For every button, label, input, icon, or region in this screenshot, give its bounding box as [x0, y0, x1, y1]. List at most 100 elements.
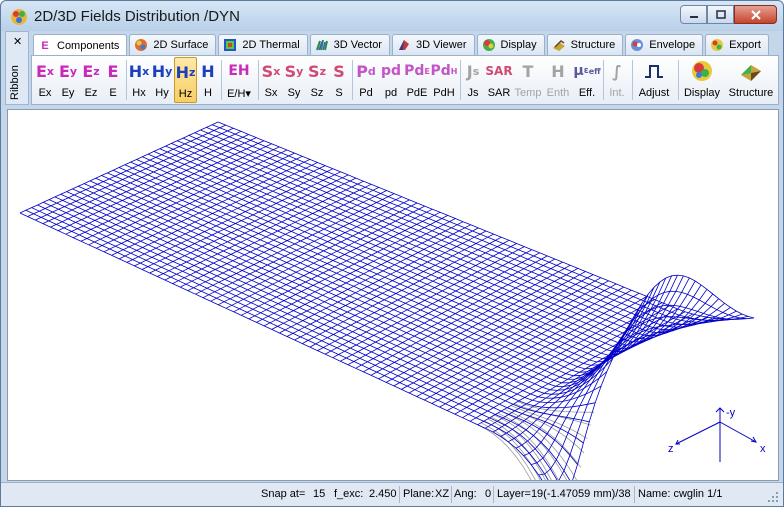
structure-button[interactable]: Structure — [726, 57, 776, 103]
tab-2d-surface[interactable]: 2D Surface — [129, 34, 217, 55]
tab-label: 3D Vector — [333, 39, 382, 51]
tab-3d-vector[interactable]: 3D Vector — [309, 34, 390, 55]
minimize-button[interactable] — [680, 5, 707, 24]
mesh-line — [538, 304, 739, 476]
tab-components[interactable]: E Components — [33, 34, 128, 56]
structure-name: Name: cwglin 1/1 — [638, 488, 723, 500]
ez-button[interactable]: Ez Ez — [80, 57, 102, 103]
mesh-line — [96, 152, 295, 249]
app-window: 2D/3D Fields Distribution /DYN ✕ Ribbon … — [0, 0, 784, 507]
temp-button[interactable]: T Temp — [514, 57, 542, 103]
tab-label: Export — [729, 39, 761, 51]
close-button[interactable] — [734, 5, 777, 24]
integral-icon: ∫ — [612, 61, 622, 81]
envelope-icon — [631, 39, 644, 51]
tab-envelope[interactable]: Envelope — [625, 34, 704, 55]
hy-button[interactable]: Hy Hy — [151, 57, 173, 103]
pd-upper-button[interactable]: Pd Pd — [354, 57, 378, 103]
close-icon — [750, 9, 761, 20]
tab-3d-viewer[interactable]: 3D Viewer — [391, 34, 475, 55]
maximize-icon — [715, 10, 726, 19]
structure-icon — [739, 57, 763, 85]
s-label: S — [335, 87, 343, 99]
js-icon: Js — [466, 61, 480, 81]
fexc-label: f_exc: — [334, 488, 364, 500]
js-button[interactable]: Js Js — [462, 57, 484, 103]
status-separator — [493, 486, 494, 503]
display-icon — [690, 57, 714, 85]
plane-value: XZ — [435, 488, 450, 500]
tab-2d-thermal[interactable]: 2D Thermal — [218, 34, 308, 55]
sy-label: Sy — [287, 87, 301, 99]
mesh-line — [469, 305, 670, 422]
toolbar-separator — [126, 60, 127, 100]
mesh-line — [134, 168, 334, 267]
int-label: Int. — [609, 87, 625, 99]
display-icon — [482, 39, 495, 51]
mesh-line — [401, 277, 602, 390]
hx-button[interactable]: Hx Hx — [128, 57, 150, 103]
tab-export[interactable]: Export — [705, 34, 769, 55]
ez-icon: Ez — [82, 61, 100, 81]
sx-button[interactable]: Sx Sx — [260, 57, 282, 103]
sar-icon: SAR — [485, 64, 513, 78]
maximize-button[interactable] — [707, 5, 734, 24]
pd-lower-button[interactable]: pd pd — [379, 57, 403, 103]
eff-button[interactable]: μ ε eff Eff. — [573, 57, 600, 103]
adjust-button[interactable]: Adjust — [634, 57, 674, 103]
sx-label: Sx — [264, 87, 278, 99]
mesh-line — [408, 280, 609, 394]
pde-label: PdE — [406, 87, 428, 99]
ey-label: Ey — [61, 87, 75, 99]
mesh-line — [73, 143, 272, 239]
mesh-line — [80, 146, 280, 242]
structure-icon — [552, 40, 565, 51]
ribbon-close-button[interactable]: ✕ — [13, 35, 22, 48]
display-button[interactable]: Display — [680, 57, 724, 103]
window-controls — [680, 5, 777, 24]
eh-button[interactable]: EH E/H▾ — [223, 57, 255, 103]
resize-grip-icon[interactable] — [767, 491, 779, 503]
s-icon: S — [333, 61, 345, 81]
toolbar-separator — [352, 60, 353, 100]
pdh-button[interactable]: Pd H PdH — [431, 57, 458, 103]
eh-icon: EH — [228, 63, 250, 79]
field-view-canvas[interactable]: -y x z — [7, 109, 779, 481]
tab-label: Envelope — [649, 39, 696, 51]
title-bar[interactable]: 2D/3D Fields Distribution /DYN — [1, 1, 783, 31]
mesh-line — [530, 316, 732, 465]
mesh-line — [50, 134, 249, 228]
toolbar-separator — [678, 60, 679, 100]
e-icon: E — [107, 61, 119, 81]
ribbon-label: Ribbon — [9, 65, 21, 100]
mesh-line — [65, 140, 265, 235]
sar-label: SAR — [487, 87, 511, 99]
mesh-line — [386, 271, 586, 383]
toolbar-separator — [603, 60, 604, 100]
tab-label: Structure — [570, 39, 616, 51]
tab-structure[interactable]: Structure — [546, 34, 624, 55]
components-toolbar: Ex Ex Ey Ey Ez Ez E E Hx Hx Hy Hy Hz Hz — [31, 55, 779, 105]
hz-button[interactable]: Hz Hz — [174, 57, 197, 103]
enth-button[interactable]: H Enth — [543, 57, 573, 103]
field-mesh-plot[interactable] — [8, 110, 779, 481]
int-button[interactable]: ∫ Int. — [605, 57, 629, 103]
tab-display[interactable]: Display — [476, 34, 545, 55]
e-button[interactable]: E E — [103, 57, 123, 103]
mesh-line — [111, 159, 311, 256]
mesh-line — [54, 196, 590, 423]
sar-button[interactable]: SAR SAR — [485, 57, 513, 103]
minimize-icon — [689, 15, 698, 18]
mesh-line — [149, 174, 349, 274]
h-button[interactable]: H H — [198, 57, 218, 103]
s-button[interactable]: S S — [329, 57, 349, 103]
ex-button[interactable]: Ex Ex — [34, 57, 56, 103]
ey-button[interactable]: Ey Ey — [57, 57, 79, 103]
sy-button[interactable]: Sy Sy — [283, 57, 305, 103]
pde-button[interactable]: Pd E PdE — [404, 57, 430, 103]
pdh-label: PdH — [433, 87, 455, 99]
tab-label: 2D Thermal — [242, 39, 300, 51]
app-logo-icon — [11, 9, 27, 25]
sz-button[interactable]: Sz Sz — [306, 57, 328, 103]
hy-label: Hy — [155, 87, 169, 99]
